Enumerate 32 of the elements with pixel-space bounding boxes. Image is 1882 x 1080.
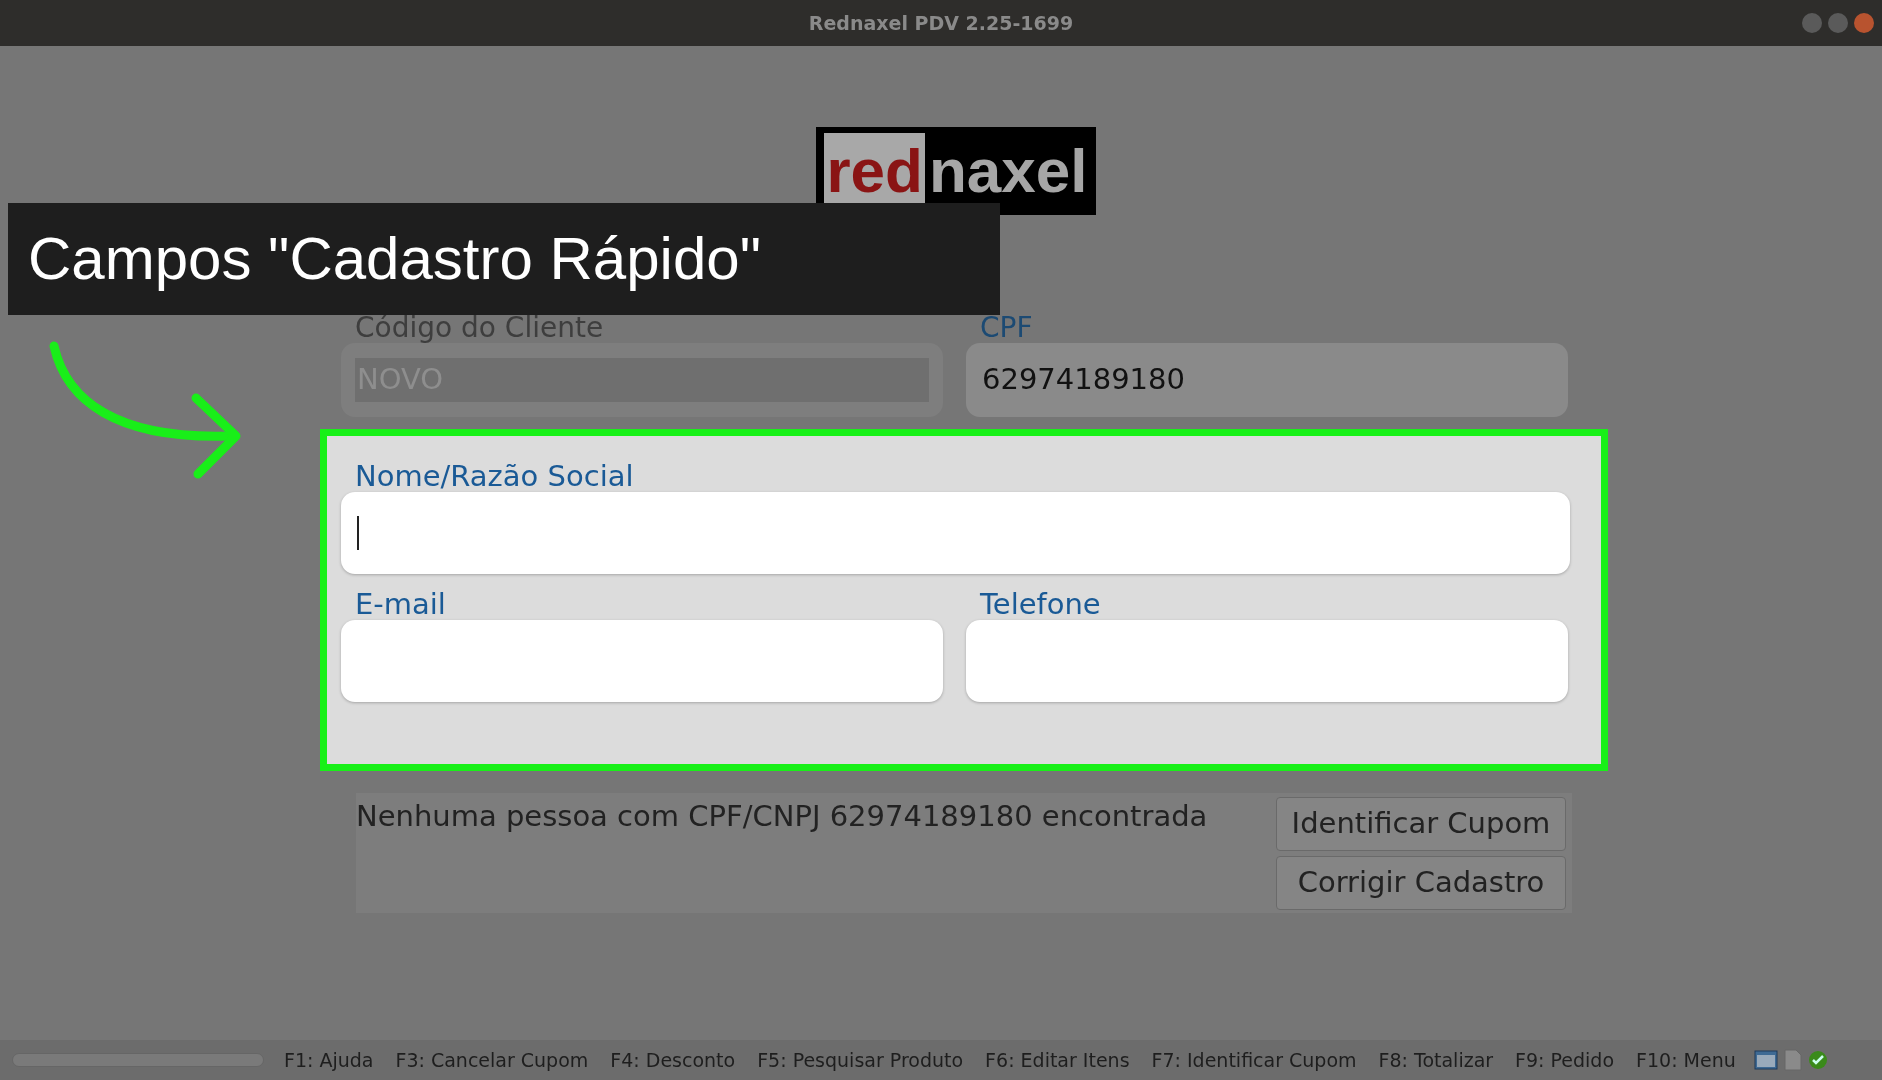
shortcut-label: F6: Editar Itens [985,1047,1130,1073]
field-value: 62974189180 [981,361,1186,399]
field-label: E-mail [354,588,447,620]
field-label: Código do Cliente [354,313,605,343]
action-button[interactable]: Corrigir Cadastro [1276,856,1566,910]
shortcut-label: F3: Cancelar Cupom [395,1047,589,1073]
shortcut-label: F9: Pedido [1515,1047,1615,1073]
input-field[interactable] [341,620,943,702]
maximize-button[interactable] [1828,13,1848,33]
window-icon [1753,1050,1778,1070]
document-icon [1783,1049,1802,1071]
input-field[interactable] [341,492,1570,574]
input-field[interactable]: 62974189180 [966,343,1568,417]
minimize-button[interactable] [1802,13,1822,33]
text-cursor [357,516,359,550]
check-icon [1807,1050,1828,1070]
field-label: Telefone [979,588,1102,620]
message-text: Nenhuma pessoa com CPF/CNPJ 62974189180 encontrada [356,798,1208,835]
input-field[interactable] [966,620,1568,702]
window-title: Rednaxel PDV 2.25-1699 [808,10,1074,36]
field-label: CPF [979,313,1034,343]
close-button[interactable] [1854,13,1874,33]
shortcut-label: F4: Desconto [610,1047,736,1073]
field-label: Nome/Razão Social [354,460,635,492]
shortcut-label: F5: Pesquisar Produto [757,1047,964,1073]
shortcut-label: F1: Ajuda [284,1047,374,1073]
caption-text: Campos "Cadastro Rápido" [28,224,761,294]
action-button[interactable]: Identificar Cupom [1276,797,1566,851]
shortcut-label: F7: Identificar Cupom [1151,1047,1357,1073]
shortcut-label: F10: Menu [1636,1047,1736,1073]
logo: red naxel [816,127,1096,215]
shortcut-label: F8: Totalizar [1378,1047,1494,1073]
